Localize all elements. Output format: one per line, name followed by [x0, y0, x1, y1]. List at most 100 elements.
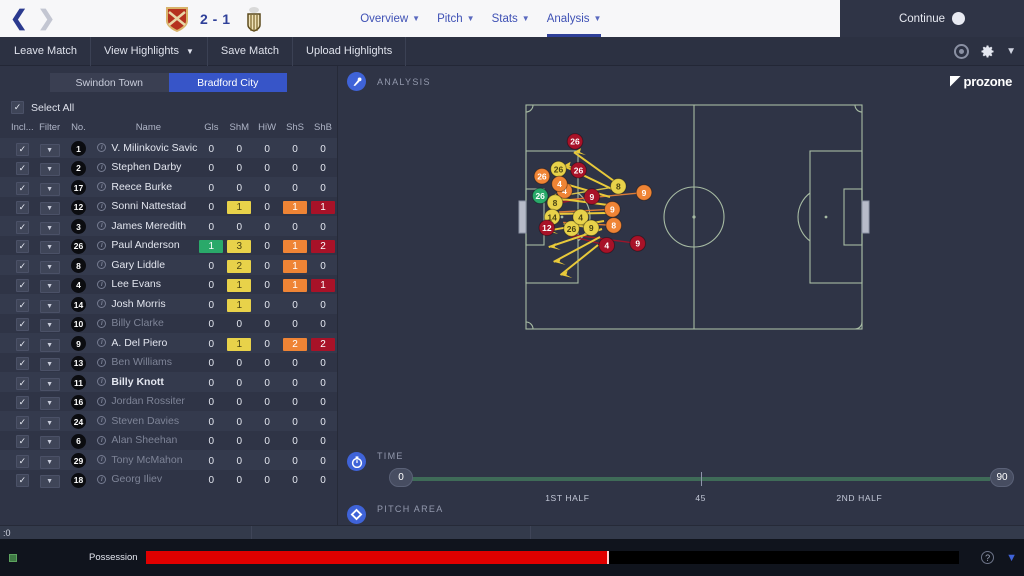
- time-range-slider[interactable]: 0 90: [377, 466, 1024, 492]
- include-checkbox[interactable]: ✓: [15, 454, 29, 468]
- table-row[interactable]: ✓ ▼ 29 i Tony McMahon 0 0 0 0 0: [0, 450, 337, 470]
- info-icon[interactable]: i: [97, 201, 107, 211]
- filter-dropdown[interactable]: ▼: [39, 241, 60, 255]
- menu-item-analysis[interactable]: Analysis ▼: [546, 0, 601, 37]
- info-icon[interactable]: i: [97, 338, 107, 348]
- shot-marker[interactable]: 9: [629, 235, 646, 252]
- shot-marker[interactable]: 4: [598, 237, 616, 254]
- table-row[interactable]: ✓ ▼ 9 i A. Del Piero 0 1 0 2 2: [0, 333, 337, 353]
- filter-dropdown[interactable]: ▼: [39, 358, 60, 372]
- filter-dropdown[interactable]: ▼: [39, 475, 60, 489]
- filter-dropdown[interactable]: ▼: [39, 299, 60, 313]
- info-icon[interactable]: i: [97, 396, 107, 406]
- continue-button[interactable]: Continue ➤: [840, 0, 1024, 37]
- filter-dropdown[interactable]: ▼: [39, 280, 60, 294]
- table-row[interactable]: ✓ ▼ 13 i Ben Williams 0 0 0 0 0: [0, 352, 337, 372]
- info-icon[interactable]: i: [97, 240, 107, 250]
- include-checkbox[interactable]: ✓: [15, 318, 29, 332]
- include-checkbox[interactable]: ✓: [15, 162, 29, 176]
- team-tab-bradford-city[interactable]: Bradford City: [168, 73, 287, 92]
- shot-marker[interactable]: 26: [531, 187, 549, 205]
- shot-marker[interactable]: 8: [546, 194, 564, 211]
- table-row[interactable]: ✓ ▼ 3 i James Meredith 0 0 0 0 0: [0, 216, 337, 236]
- filter-dropdown[interactable]: ▼: [39, 143, 60, 157]
- time-slider-min-handle[interactable]: 0: [389, 468, 413, 487]
- filter-dropdown[interactable]: ▼: [39, 163, 60, 177]
- include-checkbox[interactable]: ✓: [15, 357, 29, 371]
- menu-item-pitch[interactable]: Pitch ▼: [437, 0, 475, 37]
- column-header-gls[interactable]: Gls: [197, 119, 225, 138]
- shot-marker[interactable]: 12: [538, 219, 556, 237]
- save-match-button[interactable]: Save Match: [208, 36, 294, 66]
- filter-dropdown[interactable]: ▼: [39, 182, 60, 196]
- table-row[interactable]: ✓ ▼ 17 i Reece Burke 0 0 0 0 0: [0, 177, 337, 197]
- table-row[interactable]: ✓ ▼ 4 i Lee Evans 0 1 0 1 1: [0, 274, 337, 294]
- filter-dropdown[interactable]: ▼: [39, 202, 60, 216]
- shot-marker[interactable]: 9: [583, 188, 601, 205]
- shot-marker[interactable]: 8: [605, 217, 623, 234]
- gear-icon[interactable]: [980, 44, 995, 59]
- time-slider-max-handle[interactable]: 90: [990, 468, 1014, 487]
- info-icon[interactable]: i: [97, 416, 107, 426]
- info-icon[interactable]: i: [97, 260, 107, 270]
- time-slider-track[interactable]: [409, 477, 990, 481]
- forward-icon[interactable]: ❯: [38, 8, 56, 29]
- table-row[interactable]: ✓ ▼ 1 i V. Milinkovic Savic 0 0 0 0 0: [0, 138, 337, 158]
- include-checkbox[interactable]: ✓: [15, 298, 29, 312]
- chevron-down-icon[interactable]: ▼: [1006, 552, 1017, 564]
- include-checkbox[interactable]: ✓: [15, 142, 29, 156]
- include-checkbox[interactable]: ✓: [15, 181, 29, 195]
- info-icon[interactable]: i: [97, 357, 107, 367]
- column-header-shb[interactable]: ShB: [309, 119, 337, 138]
- menu-item-overview[interactable]: Overview ▼: [360, 0, 420, 37]
- filter-dropdown[interactable]: ▼: [39, 319, 60, 333]
- include-checkbox[interactable]: ✓: [15, 279, 29, 293]
- include-checkbox[interactable]: ✓: [15, 376, 29, 390]
- shot-marker[interactable]: 26: [570, 161, 587, 179]
- view-highlights-button[interactable]: View Highlights ▼: [91, 36, 208, 66]
- expand-stats-icon[interactable]: [9, 553, 17, 562]
- column-header-shs[interactable]: ShS: [281, 119, 309, 138]
- question-icon[interactable]: ?: [981, 551, 995, 564]
- record-icon[interactable]: [954, 43, 970, 59]
- shot-marker[interactable]: 8: [610, 177, 627, 195]
- include-checkbox[interactable]: ✓: [15, 201, 29, 215]
- filter-dropdown[interactable]: ▼: [39, 338, 60, 352]
- info-icon[interactable]: i: [97, 279, 107, 289]
- shot-marker[interactable]: 9: [582, 219, 600, 237]
- shot-marker[interactable]: 26: [550, 160, 567, 178]
- info-icon[interactable]: i: [97, 377, 107, 387]
- include-checkbox[interactable]: ✓: [15, 415, 29, 429]
- menu-item-stats[interactable]: Stats ▼: [492, 0, 530, 37]
- filter-dropdown[interactable]: ▼: [39, 260, 60, 274]
- shot-marker[interactable]: 9: [635, 184, 653, 201]
- table-row[interactable]: ✓ ▼ 12 i Sonni Nattestad 0 1 0 1 1: [0, 196, 337, 216]
- include-checkbox[interactable]: ✓: [15, 220, 29, 234]
- column-header-filter[interactable]: Filter: [34, 119, 66, 138]
- table-row[interactable]: ✓ ▼ 24 i Steven Davies 0 0 0 0 0: [0, 411, 337, 431]
- include-checkbox[interactable]: ✓: [15, 337, 29, 351]
- info-icon[interactable]: i: [97, 221, 107, 231]
- back-icon[interactable]: ❮: [10, 8, 28, 29]
- table-row[interactable]: ✓ ▼ 26 i Paul Anderson 1 3 0 1 2: [0, 235, 337, 255]
- filter-dropdown[interactable]: ▼: [39, 455, 60, 469]
- table-row[interactable]: ✓ ▼ 16 i Jordan Rossiter 0 0 0 0 0: [0, 391, 337, 411]
- include-checkbox[interactable]: ✓: [15, 240, 29, 254]
- include-checkbox[interactable]: ✓: [15, 474, 29, 488]
- chevron-down-icon[interactable]: ▼: [1006, 46, 1016, 57]
- info-icon[interactable]: i: [97, 455, 107, 465]
- shot-map[interactable]: 26262626264481412 2649989984 9: [518, 97, 870, 337]
- table-row[interactable]: ✓ ▼ 11 i Billy Knott 0 0 0 0 0: [0, 372, 337, 392]
- column-header-shm[interactable]: ShM: [225, 119, 253, 138]
- table-row[interactable]: ✓ ▼ 14 i Josh Morris 0 1 0 0 0: [0, 294, 337, 314]
- info-icon[interactable]: i: [97, 299, 107, 309]
- info-icon[interactable]: i: [97, 318, 107, 328]
- filter-dropdown[interactable]: ▼: [39, 397, 60, 411]
- filter-dropdown[interactable]: ▼: [39, 436, 60, 450]
- table-row[interactable]: ✓ ▼ 10 i Billy Clarke 0 0 0 0 0: [0, 313, 337, 333]
- info-icon[interactable]: i: [97, 474, 107, 484]
- column-header-hiw[interactable]: HiW: [253, 119, 281, 138]
- shot-marker[interactable]: 26: [566, 133, 584, 150]
- info-icon[interactable]: i: [97, 435, 107, 445]
- info-icon[interactable]: i: [97, 143, 107, 153]
